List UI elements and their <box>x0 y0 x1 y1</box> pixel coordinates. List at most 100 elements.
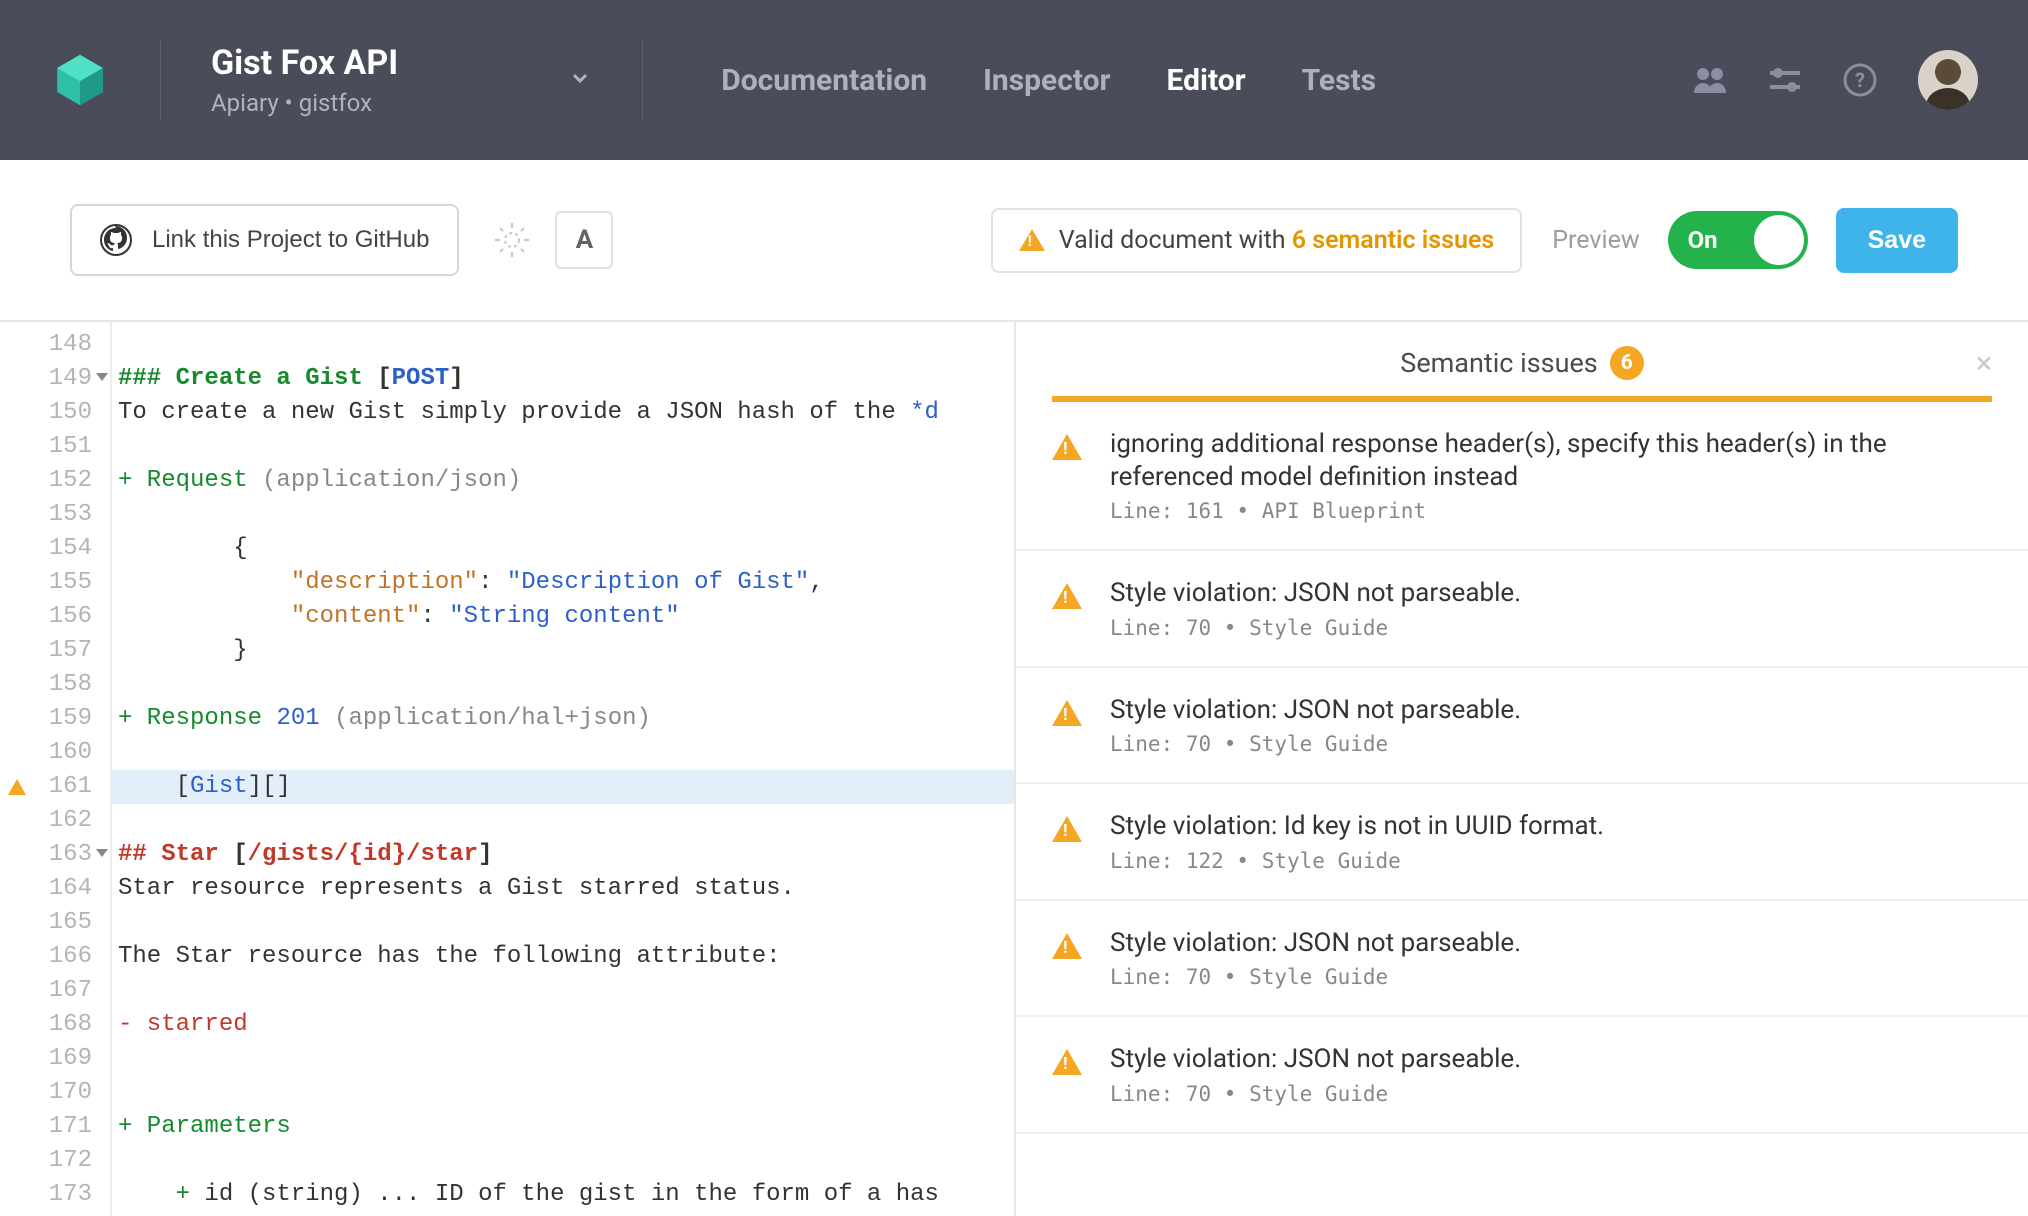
avatar[interactable] <box>1918 50 1978 110</box>
code-line[interactable]: To create a new Gist simply provide a JS… <box>118 396 1014 430</box>
line-number: 168 <box>0 1008 110 1042</box>
nav-inspector[interactable]: Inspector <box>983 63 1110 98</box>
code-line[interactable]: { <box>118 532 1014 566</box>
line-number: 148 <box>0 328 110 362</box>
toggle-knob <box>1754 215 1804 265</box>
issue-meta: Line: 161 • API Blueprint <box>1110 499 1992 523</box>
code-line[interactable] <box>118 668 1014 702</box>
issues-title: Semantic issues <box>1400 347 1597 379</box>
code-line[interactable]: The Star resource has the following attr… <box>118 940 1014 974</box>
project-title: Gist Fox API <box>211 43 398 83</box>
issues-list: ignoring additional response header(s), … <box>1016 402 2028 1134</box>
code-line[interactable]: + id (string) ... ID of the gist in the … <box>118 1178 1014 1212</box>
line-number: 170 <box>0 1076 110 1110</box>
line-number: 158 <box>0 668 110 702</box>
preview-toggle[interactable]: On <box>1668 211 1808 269</box>
line-number: 151 <box>0 430 110 464</box>
team-icon[interactable] <box>1692 65 1728 95</box>
help-icon[interactable]: ? <box>1842 62 1878 98</box>
close-icon[interactable]: × <box>1976 346 1992 381</box>
issue-message: Style violation: JSON not parseable. <box>1110 577 1992 610</box>
code-line[interactable]: + Request (application/json) <box>118 464 1014 498</box>
line-number: 167 <box>0 974 110 1008</box>
code-line[interactable] <box>118 1042 1014 1076</box>
line-number: 163 <box>0 838 110 872</box>
code-line[interactable] <box>118 430 1014 464</box>
code-line[interactable] <box>118 804 1014 838</box>
code-line[interactable] <box>118 498 1014 532</box>
nav-tests[interactable]: Tests <box>1302 63 1376 98</box>
code-line[interactable] <box>118 906 1014 940</box>
issue-item[interactable]: Style violation: JSON not parseable. Lin… <box>1016 901 2028 1018</box>
issue-message: Style violation: JSON not parseable. <box>1110 694 1992 727</box>
validation-status[interactable]: ! Valid document with 6 semantic issues <box>991 208 1523 273</box>
font-size-button[interactable]: A <box>555 211 613 269</box>
code-line[interactable]: } <box>118 634 1014 668</box>
warning-icon <box>1052 583 1082 609</box>
issue-item[interactable]: Style violation: Id key is not in UUID f… <box>1016 784 2028 901</box>
issue-item[interactable]: ignoring additional response header(s), … <box>1016 402 2028 551</box>
issue-message: Style violation: JSON not parseable. <box>1110 927 1992 960</box>
code-line[interactable] <box>118 1144 1014 1178</box>
issue-meta: Line: 70 • Style Guide <box>1110 616 1992 640</box>
chevron-down-icon[interactable] <box>568 66 592 94</box>
warning-icon <box>1052 1049 1082 1075</box>
line-gutter: 1481491501511521531541551561571581591601… <box>0 322 112 1216</box>
main-nav: Documentation Inspector Editor Tests <box>693 63 1404 98</box>
status-text: Valid document with 6 semantic issues <box>1059 226 1495 255</box>
line-number: 153 <box>0 498 110 532</box>
nav-documentation[interactable]: Documentation <box>721 63 927 98</box>
code-line[interactable] <box>118 1076 1014 1110</box>
github-icon <box>100 224 132 256</box>
warning-icon <box>1052 816 1082 842</box>
code-line[interactable]: ### Create a Gist [POST] <box>118 362 1014 396</box>
separator <box>160 40 161 120</box>
line-number: 171 <box>0 1110 110 1144</box>
settings-sliders-icon[interactable] <box>1768 65 1802 95</box>
code-line[interactable]: "description": "Description of Gist", <box>118 566 1014 600</box>
code-line[interactable]: - starred <box>118 1008 1014 1042</box>
issue-message: Style violation: Id key is not in UUID f… <box>1110 810 1992 843</box>
link-github-button[interactable]: Link this Project to GitHub <box>70 204 459 276</box>
issues-count-badge: 6 <box>1610 346 1644 380</box>
logo[interactable] <box>50 50 110 110</box>
issue-message: Style violation: JSON not parseable. <box>1110 1043 1992 1076</box>
warning-icon: ! <box>1019 229 1045 251</box>
code-line[interactable]: ## Star [/gists/{id}/star] <box>118 838 1014 872</box>
line-number: 165 <box>0 906 110 940</box>
issue-meta: Line: 70 • Style Guide <box>1110 1082 1992 1106</box>
line-number: 172 <box>0 1144 110 1178</box>
code-line[interactable]: Star resource represents a Gist starred … <box>118 872 1014 906</box>
editor-toolbar: Link this Project to GitHub A ! Valid do… <box>0 160 2028 322</box>
code-line[interactable]: [Gist][] <box>112 770 1014 804</box>
issue-item[interactable]: Style violation: JSON not parseable. Lin… <box>1016 551 2028 668</box>
code-line[interactable]: + Response 201 (application/hal+json) <box>118 702 1014 736</box>
save-button[interactable]: Save <box>1836 208 1958 273</box>
line-number: 162 <box>0 804 110 838</box>
code-line[interactable] <box>118 974 1014 1008</box>
link-github-label: Link this Project to GitHub <box>152 226 429 254</box>
code-line[interactable]: "content": "String content" <box>118 600 1014 634</box>
issue-meta: Line: 122 • Style Guide <box>1110 849 1992 873</box>
code-area[interactable]: ### Create a Gist [POST]To create a new … <box>112 322 1014 1216</box>
line-number: 149 <box>0 362 110 396</box>
svg-text:?: ? <box>1855 68 1865 92</box>
issue-item[interactable]: Style violation: JSON not parseable. Lin… <box>1016 1017 2028 1134</box>
brightness-icon[interactable] <box>489 217 535 263</box>
code-editor[interactable]: 1481491501511521531541551561571581591601… <box>0 322 1016 1216</box>
warning-icon <box>1052 434 1082 460</box>
preview-label: Preview <box>1552 226 1639 255</box>
line-number: 159 <box>0 702 110 736</box>
line-number: 169 <box>0 1042 110 1076</box>
line-number: 173 <box>0 1178 110 1212</box>
nav-editor[interactable]: Editor <box>1167 63 1246 98</box>
line-number: 154 <box>0 532 110 566</box>
line-number: 152 <box>0 464 110 498</box>
code-line[interactable] <box>118 328 1014 362</box>
project-selector[interactable]: Gist Fox API Apiary • gistfox <box>211 43 398 117</box>
issues-panel: Semantic issues 6 × ignoring additional … <box>1016 322 2028 1216</box>
app-header: Gist Fox API Apiary • gistfox Documentat… <box>0 0 2028 160</box>
code-line[interactable]: + Parameters <box>118 1110 1014 1144</box>
code-line[interactable] <box>118 736 1014 770</box>
issue-item[interactable]: Style violation: JSON not parseable. Lin… <box>1016 668 2028 785</box>
